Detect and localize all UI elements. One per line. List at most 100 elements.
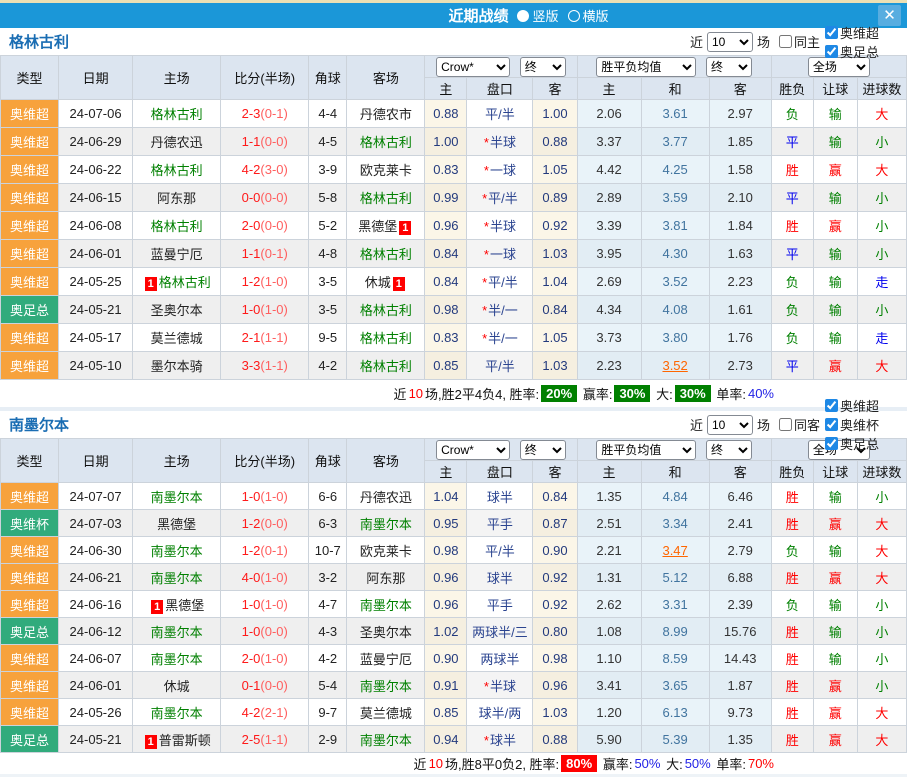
euro-home-odds: 1.10 xyxy=(577,645,641,672)
asian-final-select[interactable]: 终 xyxy=(520,57,566,77)
league-checkbox[interactable] xyxy=(825,437,838,450)
halftime-score: (1-1) xyxy=(260,330,287,345)
result-goals: 小 xyxy=(857,212,906,240)
team-name: 黑德堡 xyxy=(157,517,196,532)
league-filter[interactable]: 奥维超 xyxy=(825,396,879,415)
section-header: 南墨尔本 近 10 场 同客 奥维超奥维杯奥足总 xyxy=(0,411,907,438)
league-badge: 奥维超 xyxy=(10,135,49,150)
euro-draw-odds[interactable]: 3.47 xyxy=(641,537,709,564)
home-team: 阿东那 xyxy=(133,184,221,212)
fulltime-score: 1-0 xyxy=(242,624,261,639)
red-card-badge: 1 xyxy=(399,221,411,235)
asian-away-odds: 1.04 xyxy=(533,268,577,296)
away-team: 格林古利 xyxy=(347,296,425,324)
col-header-score: 比分(半场) xyxy=(221,439,309,483)
euro-home-odds: 3.73 xyxy=(577,324,641,352)
fulltime-score: 1-1 xyxy=(242,134,261,149)
fulltime-score: 1-1 xyxy=(242,246,261,261)
asian-home-odds: 1.04 xyxy=(425,483,467,510)
euro-avg-select[interactable]: 胜平负均值 xyxy=(596,57,696,77)
asian-handicap: 球半 xyxy=(467,564,533,591)
radio-unselected-icon[interactable] xyxy=(568,10,580,22)
summary-part: 赢率: xyxy=(599,754,632,773)
home-team: 格林古利 xyxy=(133,212,221,240)
result-goals: 大 xyxy=(857,699,906,726)
euro-draw-odds[interactable]: 3.52 xyxy=(641,352,709,380)
euro-home-odds: 5.90 xyxy=(577,726,641,753)
result-winloss: 胜 xyxy=(771,483,813,510)
halftime-score: (0-1) xyxy=(260,106,287,121)
euro-home-odds: 2.51 xyxy=(577,510,641,537)
asian-handicap: 平手 xyxy=(467,510,533,537)
league-checkbox[interactable] xyxy=(825,399,838,412)
euro-draw-odds: 3.80 xyxy=(641,324,709,352)
league-badge: 奥维超 xyxy=(10,331,49,346)
team-name: 莫兰德城 xyxy=(151,331,203,346)
fulltime-score: 4-2 xyxy=(242,705,261,720)
asian-handicap: *一球 xyxy=(467,156,533,184)
same-venue-filter[interactable]: 同主 xyxy=(779,32,820,51)
team-name: 南墨尔本 xyxy=(151,544,203,559)
same-venue-checkbox[interactable] xyxy=(779,418,792,431)
home-team: 格林古利 xyxy=(133,156,221,184)
fulltime-score: 0-1 xyxy=(242,678,261,693)
match-score: 4-0(1-0) xyxy=(221,564,309,591)
corner-count: 5-2 xyxy=(309,212,347,240)
match-date: 24-05-21 xyxy=(59,296,133,324)
same-venue-checkbox[interactable] xyxy=(779,35,792,48)
corner-count: 10-7 xyxy=(309,537,347,564)
match-count-select[interactable]: 10 xyxy=(707,32,753,52)
home-team: 格林古利 xyxy=(133,100,221,128)
euro-away-odds: 9.73 xyxy=(709,699,771,726)
league-badge: 奥维超 xyxy=(10,275,49,290)
match-score: 0-0(0-0) xyxy=(221,184,309,212)
asian-handicap: 球半 xyxy=(467,483,533,510)
league-filter[interactable]: 奥足总 xyxy=(825,434,879,453)
league-label: 奥足总 xyxy=(840,434,879,453)
match-type: 奥维杯 xyxy=(1,510,59,537)
match-count-select[interactable]: 10 xyxy=(707,415,753,435)
summary-part: 50% xyxy=(685,756,711,771)
asian-final-select[interactable]: 终 xyxy=(520,440,566,460)
team-name: 莫兰德城 xyxy=(360,706,412,721)
layout-option-label: 竖版 xyxy=(532,6,558,25)
close-icon[interactable]: ✕ xyxy=(878,5,901,26)
layout-option-vertical[interactable]: 竖版 xyxy=(517,6,558,25)
match-type: 奥维超 xyxy=(1,645,59,672)
corner-count: 4-8 xyxy=(309,240,347,268)
result-goals: 小 xyxy=(857,645,906,672)
odds-company-select[interactable]: Crow* xyxy=(436,440,510,460)
league-badge: 奥维超 xyxy=(10,598,49,613)
league-filter[interactable]: 奥足总 xyxy=(825,42,879,61)
team-name: 黑德堡 xyxy=(165,598,204,613)
league-filter[interactable]: 奥维超 xyxy=(825,23,879,42)
match-type: 奥维超 xyxy=(1,212,59,240)
match-type: 奥维超 xyxy=(1,184,59,212)
col-header-asian-home: 主 xyxy=(425,78,467,100)
halftime-score: (2-1) xyxy=(260,705,287,720)
star-marker: * xyxy=(482,191,487,206)
league-filter[interactable]: 奥维杯 xyxy=(825,415,879,434)
halftime-score: (3-0) xyxy=(260,162,287,177)
league-checkbox[interactable] xyxy=(825,26,838,39)
league-checkbox[interactable] xyxy=(825,45,838,58)
asian-handicap: 两球半 xyxy=(467,645,533,672)
asian-away-odds: 1.03 xyxy=(533,240,577,268)
euro-avg-select[interactable]: 胜平负均值 xyxy=(596,440,696,460)
match-row: 奥维超24-07-06格林古利2-3(0-1)4-4丹德农市0.88平/半1.0… xyxy=(1,100,907,128)
col-header-asian-away: 客 xyxy=(533,461,577,483)
result-winloss: 胜 xyxy=(771,212,813,240)
layout-option-horizontal[interactable]: 横版 xyxy=(568,6,609,25)
odds-company-select[interactable]: Crow* xyxy=(436,57,510,77)
same-venue-label: 同主 xyxy=(794,32,820,51)
result-handicap: 输 xyxy=(813,100,857,128)
summary-part: 单率: xyxy=(713,754,746,773)
asian-home-odds: 0.94 xyxy=(425,726,467,753)
league-checkbox[interactable] xyxy=(825,418,838,431)
match-score: 1-0(0-0) xyxy=(221,618,309,645)
corner-count: 3-9 xyxy=(309,156,347,184)
radio-selected-icon[interactable] xyxy=(517,10,529,22)
result-handicap: 输 xyxy=(813,483,857,510)
corner-count: 5-8 xyxy=(309,184,347,212)
same-venue-filter[interactable]: 同客 xyxy=(779,415,820,434)
